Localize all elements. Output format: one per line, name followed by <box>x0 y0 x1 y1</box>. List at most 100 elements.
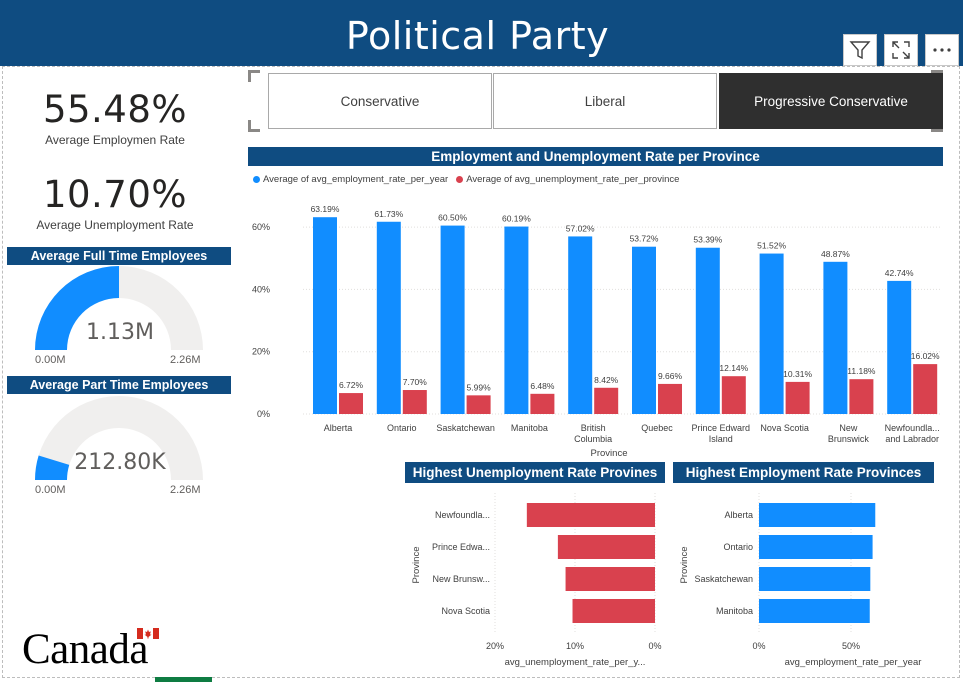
employment-bar <box>440 225 465 414</box>
y-tick-label: Saskatchewan <box>694 574 753 584</box>
employment-bar <box>376 221 401 414</box>
main-chart-legend: Average of avg_employment_rate_per_year … <box>253 174 679 185</box>
employment-data-label: 57.02% <box>566 223 595 233</box>
x-tick-label: Island <box>709 434 733 444</box>
employment-data-label: 48.87% <box>821 249 850 259</box>
kpi-employment-value: 55.48% <box>42 88 188 131</box>
x-tick-label: 50% <box>842 641 860 651</box>
kpi-unemployment-card: 10.70% Average Unemployment Rate <box>0 173 230 232</box>
y-tick-label: 20% <box>252 347 270 357</box>
y-tick-label: Alberta <box>724 510 753 520</box>
x-tick-label: Newfoundla... <box>885 423 940 433</box>
y-axis-title: Province <box>411 547 422 584</box>
unemployment-bar <box>402 390 427 414</box>
y-tick-label: New Brunsw... <box>432 574 490 584</box>
unemployment-data-label: 9.66% <box>658 371 683 381</box>
slicer-option-progressive-conservative[interactable]: Progressive Conservative <box>719 73 943 129</box>
employment-data-label: 61.73% <box>374 209 403 219</box>
unemployment-data-label: 7.70% <box>403 377 428 387</box>
employment-data-label: 53.39% <box>693 235 722 245</box>
slicer-corner <box>248 70 260 82</box>
kpi-employment-card: 55.48% Average Employmen Rate <box>0 88 230 147</box>
unemployment-data-label: 6.48% <box>530 381 555 391</box>
x-tick-label: Ontario <box>387 423 417 433</box>
legend-label: Average of avg_unemployment_rate_per_pro… <box>466 174 680 185</box>
x-tick-label: 0% <box>648 641 661 651</box>
x-tick-label: Alberta <box>324 423 353 433</box>
y-tick-label: Manitoba <box>716 606 753 616</box>
focus-mode-icon <box>892 41 910 59</box>
y-tick-label: Nova Scotia <box>441 606 490 616</box>
page-title: Political Party <box>345 14 610 58</box>
part-time-gauge-min: 0.00M <box>35 484 66 496</box>
unemployment-bar <box>339 393 363 414</box>
full-time-gauge-value: 1.13M <box>86 320 154 345</box>
slicer-option-liberal[interactable]: Liberal <box>493 73 717 129</box>
employment-data-label: 53.72% <box>630 234 659 244</box>
page-tab-indicator[interactable] <box>155 677 212 682</box>
employment-bar <box>759 253 784 414</box>
more-options-button[interactable] <box>925 34 959 66</box>
employment-chart-title: Highest Employment Rate Provinces <box>673 462 934 483</box>
unemployment-data-label: 6.72% <box>339 380 364 390</box>
kpi-unemployment-label: Average Unemployment Rate <box>36 218 194 232</box>
filter-button[interactable] <box>843 34 877 66</box>
employment-bar <box>504 226 529 414</box>
more-options-icon <box>933 48 951 52</box>
x-tick-label: Nova Scotia <box>760 423 809 433</box>
bar <box>572 599 655 623</box>
employment-data-label: 42.74% <box>885 268 914 278</box>
employment-data-label: 63.19% <box>311 204 340 214</box>
unemployment-bar <box>530 393 555 414</box>
x-tick-label: 0% <box>752 641 765 651</box>
unemployment-bar <box>466 395 491 414</box>
x-axis-title: avg_unemployment_rate_per_y... <box>505 657 646 668</box>
unemployment-data-label: 16.02% <box>911 351 940 361</box>
header-bar: Political Party <box>0 0 963 66</box>
canada-wordmark: Canada <box>22 626 148 673</box>
y-axis-title: Province <box>679 547 690 584</box>
unemployment-bar <box>594 387 619 414</box>
legend-item-employment[interactable]: Average of avg_employment_rate_per_year <box>253 174 448 185</box>
y-tick-label: 60% <box>252 222 270 232</box>
x-tick-label: British <box>581 423 606 433</box>
legend-dot <box>456 175 464 183</box>
bar <box>759 503 876 527</box>
unemployment-data-label: 8.42% <box>594 375 619 385</box>
y-tick-label: 40% <box>252 284 270 294</box>
x-tick-label: 20% <box>486 641 504 651</box>
legend-label: Average of avg_employment_rate_per_year <box>263 174 449 185</box>
slicer-corner <box>248 120 260 132</box>
employment-bar <box>632 246 656 414</box>
focus-mode-button[interactable] <box>884 34 918 66</box>
x-tick-label: Saskatchewan <box>436 423 495 433</box>
slicer-option-conservative[interactable]: Conservative <box>268 73 492 129</box>
y-tick-label: Prince Edwa... <box>432 542 490 552</box>
bar <box>759 599 870 623</box>
employment-data-label: 60.19% <box>502 214 531 224</box>
bar <box>526 503 655 527</box>
y-tick-label: Newfoundla... <box>435 510 490 520</box>
employment-bar <box>568 236 593 414</box>
bar <box>759 567 871 591</box>
x-axis-title: avg_employment_rate_per_year <box>785 657 922 668</box>
employment-bar <box>695 247 720 414</box>
y-tick-label: Ontario <box>723 542 753 552</box>
x-axis-title: Province <box>591 448 628 459</box>
unemployment-data-label: 12.14% <box>719 363 748 373</box>
canada-flag-icon <box>137 628 159 639</box>
unemployment-data-label: 10.31% <box>783 369 812 379</box>
employment-bar <box>823 261 848 414</box>
bar <box>565 567 655 591</box>
unemployment-bar <box>658 383 682 414</box>
unemployment-bar <box>785 381 810 414</box>
full-time-gauge-max: 2.26M <box>170 354 201 366</box>
employment-bar <box>887 280 912 414</box>
legend-item-unemployment[interactable]: Average of avg_unemployment_rate_per_pro… <box>456 174 679 185</box>
employment-bar <box>313 217 337 414</box>
part-time-gauge-value: 212.80K <box>74 450 166 475</box>
unemployment-bar <box>913 364 938 414</box>
x-tick-label: and Labrador <box>885 434 939 444</box>
main-chart-title: Employment and Unemployment Rate per Pro… <box>248 147 943 166</box>
legend-dot <box>253 175 260 183</box>
